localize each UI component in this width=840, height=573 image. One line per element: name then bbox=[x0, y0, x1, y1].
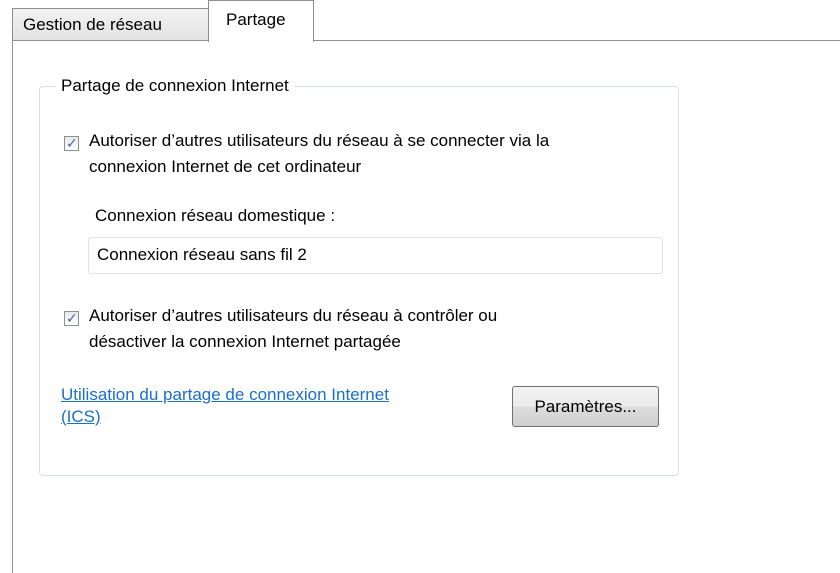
page-border bbox=[12, 41, 13, 573]
ics-group-title: Partage de connexion Internet bbox=[55, 75, 295, 97]
tab-sharing-label: Partage bbox=[226, 10, 286, 29]
ics-help-link-line2[interactable]: (ICS) bbox=[61, 407, 101, 426]
tab-sharing[interactable]: Partage bbox=[208, 0, 314, 42]
allow-control-label-line1[interactable]: Autoriser d’autres utilisateurs du résea… bbox=[89, 305, 497, 327]
allow-control-checkbox[interactable]: ✓ bbox=[64, 310, 79, 326]
check-icon: ✓ bbox=[66, 310, 78, 326]
home-network-field[interactable]: Connexion réseau sans fil 2 bbox=[88, 237, 663, 274]
home-network-label: Connexion réseau domestique : bbox=[95, 206, 336, 225]
allow-connect-label-line2[interactable]: connexion Internet de cet ordinateur bbox=[89, 156, 361, 178]
tab-networking[interactable]: Gestion de réseau bbox=[12, 8, 209, 41]
ics-help-link-line1[interactable]: Utilisation du partage de connexion Inte… bbox=[61, 385, 389, 404]
allow-connect-label-line1[interactable]: Autoriser d’autres utilisateurs du résea… bbox=[89, 130, 549, 152]
check-icon: ✓ bbox=[66, 135, 78, 151]
settings-button[interactable]: Paramètres... bbox=[512, 386, 659, 427]
allow-control-label-line2[interactable]: désactiver la connexion Internet partagé… bbox=[89, 331, 401, 353]
tab-strip-baseline bbox=[314, 40, 840, 41]
allow-connect-checkbox[interactable]: ✓ bbox=[64, 135, 79, 151]
sharing-properties-page: Gestion de réseau Partage Partage de con… bbox=[0, 0, 840, 573]
tab-networking-label: Gestion de réseau bbox=[23, 15, 162, 34]
ics-help-link[interactable]: Utilisation du partage de connexion Inte… bbox=[61, 384, 501, 428]
